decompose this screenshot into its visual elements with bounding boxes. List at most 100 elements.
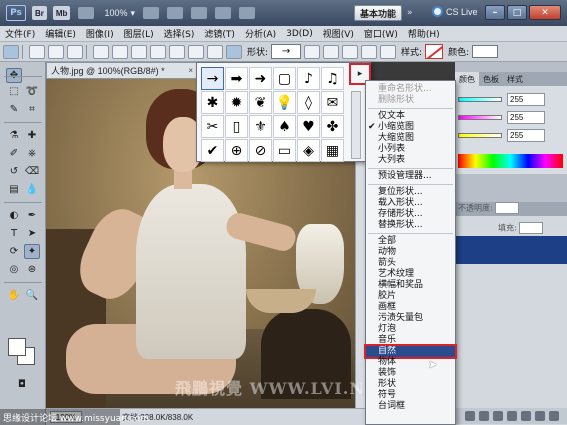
quick-mask-icon[interactable]: ◘ <box>14 377 30 392</box>
intersect-shape-icon[interactable] <box>361 44 378 59</box>
style-picker[interactable] <box>425 44 444 59</box>
shape-layers-mode-icon[interactable] <box>29 44 45 59</box>
menu-view[interactable]: 视图(V) <box>318 27 359 40</box>
3d-pan-tool-icon[interactable]: ⊛ <box>24 262 40 277</box>
menu-item[interactable]: 胶片 <box>366 291 455 302</box>
subtract-shape-icon[interactable] <box>342 44 359 59</box>
menu-filter[interactable]: 滤镜(T) <box>199 27 240 40</box>
menu-item[interactable]: 符号 <box>366 390 455 401</box>
menu-item[interactable]: 台词框 <box>366 401 455 412</box>
shape-cell[interactable]: ◈ <box>297 139 320 162</box>
layer-row-background[interactable] <box>455 236 567 264</box>
ellipse-tool-icon[interactable] <box>169 44 185 59</box>
zoom-tool-icon[interactable] <box>167 7 184 19</box>
menu-item[interactable]: ✔ 小缩览图 <box>366 122 455 133</box>
blue-slider[interactable] <box>458 132 502 138</box>
foreground-color-swatch[interactable] <box>8 338 26 356</box>
tab-color[interactable]: 颜色 <box>455 72 479 86</box>
red-slider[interactable] <box>458 96 502 102</box>
freeform-pen-icon[interactable] <box>112 44 128 59</box>
shape-cell[interactable]: ▦ <box>321 139 344 162</box>
shape-cell[interactable]: ♪ <box>297 67 320 90</box>
shape-cell[interactable]: ➜ <box>249 67 272 90</box>
menu-item[interactable]: 动物 <box>366 247 455 258</box>
path-operation-icon[interactable] <box>304 44 321 59</box>
menu-item[interactable]: 横幅和奖品 <box>366 280 455 291</box>
green-value-field[interactable]: 255 <box>507 110 545 124</box>
custom-shape-tool-icon[interactable]: ✦ <box>24 244 40 259</box>
opacity-field[interactable] <box>495 202 520 214</box>
menu-file[interactable]: 文件(F) <box>0 27 40 40</box>
minimize-button[interactable]: – <box>485 5 505 20</box>
path-selection-tool-icon[interactable]: ➤ <box>24 226 40 241</box>
shape-cell[interactable]: ❦ <box>249 91 272 114</box>
menu-help[interactable]: 帮助(H) <box>403 27 445 40</box>
clone-stamp-tool-icon[interactable]: ⎈ <box>24 146 40 161</box>
shape-picker-scrollbar[interactable] <box>351 91 361 159</box>
dodge-tool-icon[interactable]: ◐ <box>6 208 22 223</box>
shape-cell[interactable]: ✔ <box>201 139 224 162</box>
foreground-background-colors[interactable] <box>8 338 36 366</box>
menu-item[interactable]: 小列表 <box>366 144 455 155</box>
shape-cell[interactable]: ◊ <box>297 91 320 114</box>
blue-value-field[interactable]: 255 <box>507 128 545 142</box>
3d-orbit-tool-icon[interactable]: ◎ <box>6 262 22 277</box>
lasso-tool-icon[interactable]: ➰ <box>24 84 40 99</box>
line-tool-icon[interactable] <box>207 44 223 59</box>
3d-rotate-tool-icon[interactable]: ⟳ <box>6 244 22 259</box>
blur-tool-icon[interactable]: 💧 <box>24 182 40 197</box>
fill-pixels-mode-icon[interactable] <box>67 44 83 59</box>
menu-item[interactable]: 音乐 <box>366 335 455 346</box>
maximize-button[interactable]: □ <box>507 5 527 20</box>
gradient-tool-icon[interactable]: ▤ <box>6 182 22 197</box>
link-layers-icon[interactable] <box>465 411 475 421</box>
menu-item[interactable]: 箭头 <box>366 258 455 269</box>
shape-cell[interactable]: ♫ <box>321 67 344 90</box>
view-extras-icon[interactable] <box>78 7 95 19</box>
pen-tool-icon[interactable]: ✒ <box>24 208 40 223</box>
combine-shapes-icon[interactable] <box>323 44 340 59</box>
link-icon[interactable] <box>380 44 397 59</box>
cs-live-button[interactable]: CS Live <box>432 6 478 17</box>
color-spectrum-bar[interactable] <box>458 154 563 168</box>
shape-cell[interactable]: → <box>201 67 224 90</box>
close-button[interactable]: ✕ <box>529 5 561 20</box>
shape-cell[interactable]: ▯ <box>225 115 248 138</box>
menu-item[interactable]: 污渍矢量包 <box>366 313 455 324</box>
menu-item[interactable]: 全部 <box>366 236 455 247</box>
shape-picker-dropdown[interactable]: → <box>271 44 302 59</box>
menu-item[interactable]: 物体 <box>366 357 455 368</box>
menu-edit[interactable]: 编辑(E) <box>40 27 81 40</box>
menu-3d[interactable]: 3D(D) <box>281 29 318 39</box>
type-tool-icon[interactable]: T <box>6 226 22 241</box>
shape-cell[interactable]: ✂ <box>201 115 224 138</box>
custom-shape-tool-icon[interactable] <box>226 44 242 59</box>
menu-item[interactable]: 大列表 <box>366 155 455 166</box>
menu-item[interactable]: 画框 <box>366 302 455 313</box>
polygon-tool-icon[interactable] <box>188 44 204 59</box>
marquee-tool-icon[interactable]: ⬚ <box>6 84 22 99</box>
shape-cell[interactable]: 💡 <box>273 91 296 114</box>
shape-cell[interactable]: ✤ <box>321 115 344 138</box>
tool-preset-picker-icon[interactable] <box>3 44 19 59</box>
menu-item[interactable]: 自然 <box>364 344 457 359</box>
shape-cell[interactable]: ⊕ <box>225 139 248 162</box>
hand-tool-icon[interactable] <box>143 7 160 19</box>
menu-item[interactable]: 复位形状... <box>366 187 455 198</box>
hand-tool-icon[interactable]: ✋ <box>6 288 22 303</box>
bridge-button[interactable]: Br <box>32 6 47 20</box>
screen-mode-icon[interactable] <box>239 7 256 19</box>
green-slider[interactable] <box>458 114 502 120</box>
menu-layer[interactable]: 图层(L) <box>119 27 159 40</box>
document-tab[interactable]: 人物.jpg @ 100%(RGB/8#) * × <box>46 62 198 79</box>
zoom-tool-icon[interactable]: 🔍 <box>24 288 40 303</box>
adjustment-layer-icon[interactable] <box>507 411 517 421</box>
menu-item[interactable]: 替换形状... <box>366 220 455 231</box>
eyedropper-tool-icon[interactable]: ⚗ <box>6 128 22 143</box>
menu-image[interactable]: 图像(I) <box>81 27 119 40</box>
pen-tool-icon[interactable] <box>93 44 109 59</box>
layer-mask-icon[interactable] <box>493 411 503 421</box>
shape-cell[interactable]: ⊘ <box>249 139 272 162</box>
menu-item[interactable]: 装饰 <box>366 368 455 379</box>
tab-swatches[interactable]: 色板 <box>479 72 503 86</box>
